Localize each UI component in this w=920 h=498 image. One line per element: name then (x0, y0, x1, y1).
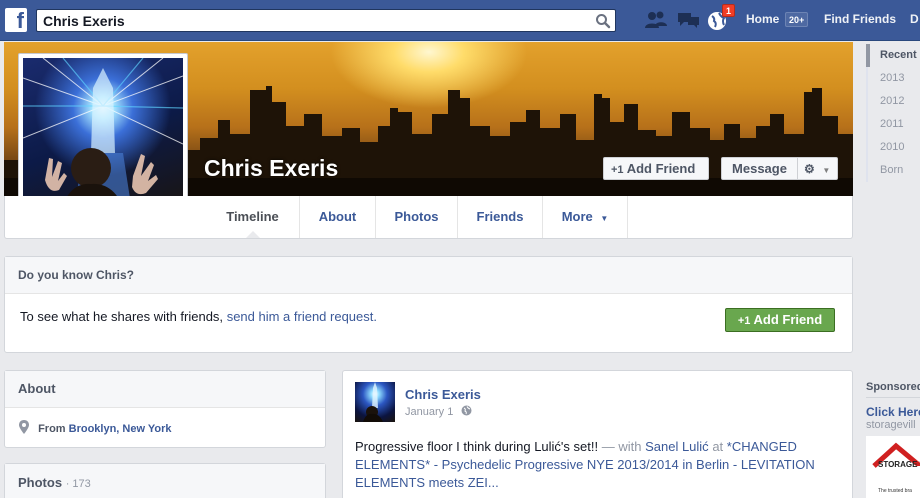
do-you-know-title: Do you know Chris? (5, 257, 852, 294)
settings-dropdown-button[interactable]: ⚙ ▼ (797, 157, 838, 180)
friend-request-text: To see what he shares with friends, send… (20, 309, 377, 324)
messages-icon[interactable] (675, 9, 701, 31)
add-friend-green-label: Add Friend (753, 312, 823, 327)
tagged-person-link[interactable]: Sanel Lulić (645, 439, 709, 454)
about-title[interactable]: About (5, 371, 325, 408)
chevron-down-icon: ▼ (822, 166, 831, 175)
chevron-down-icon: ▼ (600, 214, 609, 223)
home-count-badge: 20+ (785, 12, 809, 27)
timeline-year-nav: Recent 2013 2012 2011 2010 Born (866, 44, 920, 182)
photos-card: Photos · 173 (4, 463, 326, 498)
public-globe-icon[interactable] (461, 405, 472, 416)
photos-count: · 173 (65, 478, 91, 490)
add-friend-button[interactable]: +1 Add Friend (603, 157, 709, 180)
tab-timeline[interactable]: Timeline (206, 196, 300, 238)
tab-more[interactable]: More ▼ (543, 196, 628, 238)
facebook-logo-icon[interactable]: f (5, 8, 27, 33)
post-author-avatar[interactable] (355, 382, 395, 422)
profile-name: Chris Exeris (204, 155, 339, 181)
tab-photos[interactable]: Photos (376, 196, 458, 238)
add-friend-icon: +1 (737, 315, 751, 327)
post-author-name[interactable]: Chris Exeris (405, 387, 481, 402)
rail-item-2010[interactable]: 2010 (866, 136, 920, 159)
add-friend-green-button[interactable]: +1 Add Friend (725, 308, 835, 332)
post-body: Progressive floor I think during Lulić's… (355, 439, 599, 454)
sponsored-divider (866, 397, 920, 398)
add-friend-icon: +1 (611, 164, 624, 176)
photos-title[interactable]: Photos (18, 475, 62, 490)
photos-header: Photos · 173 (5, 464, 325, 498)
rail-item-2013[interactable]: 2013 (866, 67, 920, 90)
notifications-count-badge: 1 (722, 4, 736, 17)
ad-tagline: The trusted bra (878, 488, 912, 494)
send-friend-request-link[interactable]: send him a friend request. (227, 309, 377, 324)
do-you-know-card: Do you know Chris? To see what he shares… (4, 256, 853, 353)
sponsored-title: Sponsored (866, 381, 920, 393)
post-at-word: at (712, 439, 724, 454)
rail-item-recent[interactable]: Recent (866, 44, 920, 67)
about-card: About From Brooklyn, New York (4, 370, 326, 448)
ad-brand-text: STORAGE VILLAGE (878, 460, 920, 469)
profile-picture-image (23, 58, 183, 218)
search-input[interactable] (37, 10, 577, 31)
nav-link-cut-off[interactable]: D (910, 12, 919, 26)
about-from-prefix: From (38, 423, 66, 435)
gear-icon: ⚙ (804, 162, 815, 176)
ad-image[interactable]: STORAGE VILLAGE The trusted bra (866, 436, 920, 498)
top-navigation-bar: f 1 Home 20+ Find Friends D (0, 0, 920, 41)
add-friend-label: Add Friend (626, 161, 696, 176)
message-button[interactable]: Message (721, 157, 798, 180)
home-link[interactable]: Home (746, 12, 779, 26)
rail-item-born[interactable]: Born (866, 159, 920, 182)
timeline-post: Chris Exeris January 1 Progressive floor… (342, 370, 853, 498)
tab-more-label: More (561, 209, 593, 224)
hometown-link[interactable]: Brooklyn, New York (69, 423, 172, 435)
ad-domain: storagevill (866, 419, 916, 431)
about-from-row: From Brooklyn, New York (19, 420, 172, 435)
tab-friends[interactable]: Friends (458, 196, 543, 238)
rail-item-2012[interactable]: 2012 (866, 90, 920, 113)
post-text: Progressive floor I think during Lulić's… (355, 438, 845, 492)
post-date[interactable]: January 1 (405, 406, 453, 418)
rail-item-2011[interactable]: 2011 (866, 113, 920, 136)
friend-requests-icon[interactable] (643, 9, 669, 31)
search-icon[interactable] (595, 13, 611, 29)
location-pin-icon (19, 420, 29, 434)
tab-about[interactable]: About (300, 196, 376, 238)
friend-request-prefix: To see what he shares with friends, (20, 309, 224, 324)
post-with-separator: — with (601, 439, 642, 454)
search-box (36, 9, 616, 32)
find-friends-link[interactable]: Find Friends (824, 12, 896, 26)
ad-title-link[interactable]: Click Here (866, 405, 920, 419)
profile-tabs: Timeline About Photos Friends More ▼ (4, 196, 853, 239)
post-meta: January 1 (405, 405, 472, 418)
